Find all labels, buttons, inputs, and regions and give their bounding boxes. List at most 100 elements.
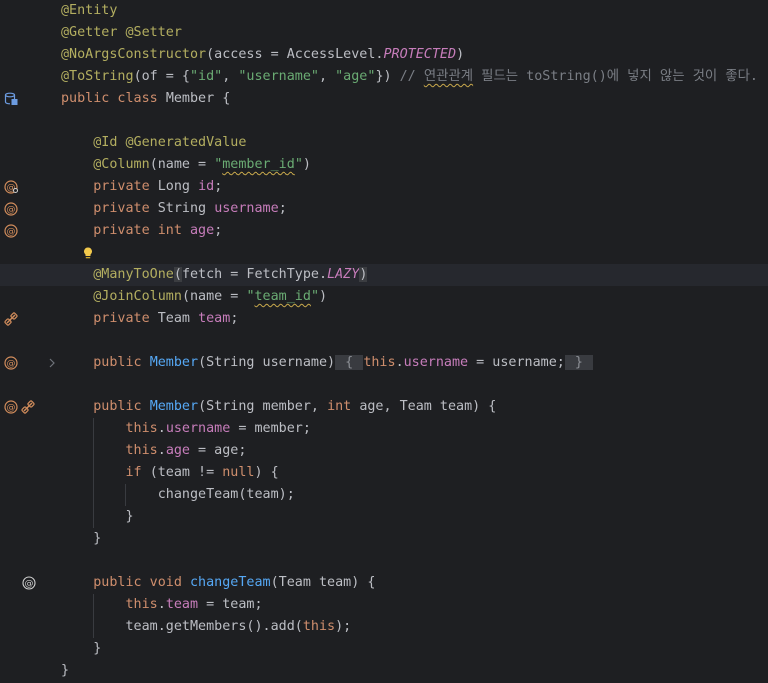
code-line[interactable]: this.team = team; (0, 594, 768, 616)
code-token: fetch = FetchType. (181, 267, 328, 282)
relation-icon[interactable] (21, 400, 35, 414)
code-text: @Id @GeneratedValue (61, 132, 246, 154)
id-column-icon[interactable]: @ (4, 180, 18, 194)
code-token: . (157, 421, 166, 436)
code-token: id (198, 179, 215, 194)
code-line[interactable]: this.age = age; (0, 440, 768, 462)
code-line[interactable]: @ToString(of = {"id", "username", "age"}… (0, 66, 768, 88)
code-token: "age" (335, 69, 376, 84)
code-token: , (319, 69, 336, 84)
code-token: . (395, 355, 404, 370)
indent-guide (93, 418, 94, 528)
code-token: this (363, 355, 396, 370)
code-token: ) (319, 289, 328, 304)
code-text: @Column(name = "member_id") (61, 154, 311, 176)
code-token: this (125, 421, 158, 436)
code-token: @ToString (61, 69, 134, 84)
code-line[interactable]: @ public void changeTeam(Team team) { (0, 572, 768, 594)
code-text: } (61, 638, 101, 660)
code-token: @Getter @Setter (61, 25, 182, 40)
relation-icon[interactable] (4, 312, 18, 326)
code-text: public Member(String username) { this.us… (61, 352, 594, 374)
code-line[interactable]: @ManyToOne(fetch = FetchType.LAZY) (0, 264, 768, 286)
code-text: changeTeam(team); (61, 484, 295, 506)
code-text: @NoArgsConstructor(access = AccessLevel.… (61, 44, 464, 66)
code-line[interactable] (0, 374, 768, 396)
code-token: private (93, 179, 158, 194)
code-line[interactable]: team.getMembers().add(this); (0, 616, 768, 638)
code-line[interactable]: changeTeam(team); (0, 484, 768, 506)
code-text: } (61, 528, 101, 550)
code-line[interactable]: public class Member { (0, 88, 768, 110)
code-token: this (125, 597, 158, 612)
code-token: " (294, 157, 303, 172)
code-token: { (335, 355, 364, 370)
fold-chevron-icon[interactable] (45, 356, 59, 370)
code-line[interactable] (0, 330, 768, 352)
code-line[interactable]: @ public Member(String member, int age, … (0, 396, 768, 418)
code-line[interactable]: @Entity (0, 0, 768, 22)
code-line[interactable]: @Getter @Setter (0, 22, 768, 44)
code-token: member_id (222, 157, 295, 172)
code-line[interactable]: @ private Long id; (0, 176, 768, 198)
code-token: }) (375, 69, 400, 84)
code-token: ); (335, 619, 352, 634)
column-icon[interactable]: @ (4, 400, 18, 414)
code-line[interactable]: @Id @GeneratedValue (0, 132, 768, 154)
code-line[interactable] (0, 550, 768, 572)
code-text: team.getMembers().add(this); (61, 616, 352, 638)
code-text: } (61, 660, 69, 682)
code-line[interactable]: @ private int age; (0, 220, 768, 242)
code-line[interactable] (0, 242, 768, 264)
code-token: ) (302, 157, 311, 172)
code-line[interactable]: } (0, 660, 768, 682)
code-line[interactable]: @NoArgsConstructor(access = AccessLevel.… (0, 44, 768, 66)
code-token: ) (456, 47, 465, 62)
code-token: "username" (238, 69, 319, 84)
code-token: this (302, 619, 336, 634)
code-token: ; (230, 311, 239, 326)
code-token: public void (93, 575, 190, 590)
column-icon[interactable]: @ (4, 224, 18, 238)
code-token: age (165, 443, 190, 458)
code-line[interactable]: private Team team; (0, 308, 768, 330)
column-icon[interactable]: @ (4, 356, 18, 370)
at-sign-icon[interactable]: @ (22, 576, 36, 590)
code-token: ) (359, 267, 368, 282)
code-token: (String member, (198, 399, 328, 414)
code-line[interactable]: @ private String username; (0, 198, 768, 220)
code-token: PROTECTED (383, 47, 457, 62)
code-editor[interactable]: @Entity @Getter @Setter @NoArgsConstructor… (0, 0, 768, 683)
code-line[interactable] (0, 110, 768, 132)
code-token: (name = (149, 157, 215, 172)
code-line[interactable]: } (0, 638, 768, 660)
database-icon[interactable] (4, 92, 18, 106)
code-line[interactable]: if (team != null) { (0, 462, 768, 484)
code-line[interactable]: @ public Member(String username) { this.… (0, 352, 768, 374)
code-token: public (93, 399, 150, 414)
code-token: LAZY (327, 267, 360, 282)
code-line[interactable]: @JoinColumn(name = "team_id") (0, 286, 768, 308)
code-token: int (327, 399, 360, 414)
code-token: Member (149, 355, 199, 370)
svg-text:@: @ (7, 403, 16, 413)
code-line[interactable]: } (0, 506, 768, 528)
code-token: // (399, 69, 424, 84)
code-token: team.getMembers().add( (125, 619, 303, 634)
code-token: (name = (181, 289, 247, 304)
code-token: . (157, 443, 166, 458)
lightbulb-icon[interactable] (81, 246, 95, 260)
code-line[interactable]: @Column(name = "member_id") (0, 154, 768, 176)
code-token: "id" (190, 69, 223, 84)
column-icon[interactable]: @ (4, 202, 18, 216)
code-line[interactable]: this.username = member; (0, 418, 768, 440)
code-line[interactable]: } (0, 528, 768, 550)
